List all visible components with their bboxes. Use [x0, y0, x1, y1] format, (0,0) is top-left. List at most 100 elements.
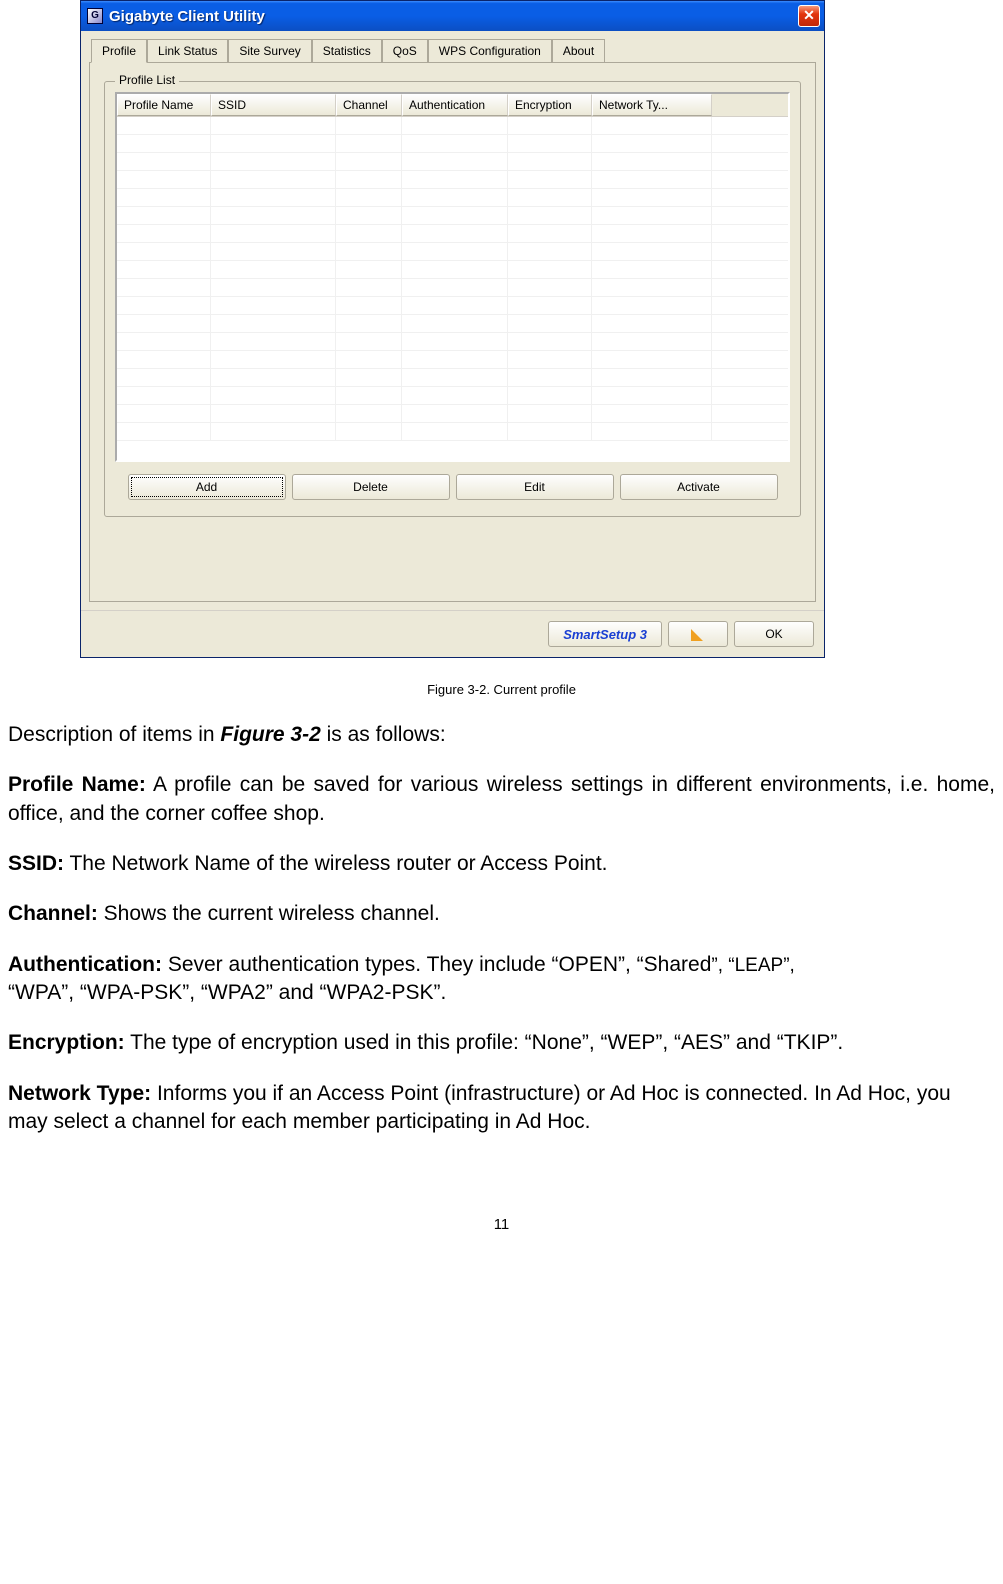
table-cell — [211, 315, 336, 332]
activate-button[interactable]: Activate — [620, 474, 778, 500]
table-cell — [402, 171, 508, 188]
table-row[interactable] — [117, 333, 788, 351]
table-cell — [592, 387, 712, 404]
desc-term: Network Type: — [8, 1082, 151, 1105]
table-cell — [402, 135, 508, 152]
table-cell — [508, 189, 592, 206]
column-header-profile-name[interactable]: Profile Name — [117, 94, 211, 116]
table-row[interactable] — [117, 225, 788, 243]
tab-site-survey[interactable]: Site Survey — [228, 39, 311, 63]
column-header-encryption[interactable]: Encryption — [508, 94, 592, 116]
profile-list-fieldset: Profile List Profile NameSSIDChannelAuth… — [104, 81, 801, 517]
table-cell — [211, 207, 336, 224]
ok-button[interactable]: OK — [734, 621, 814, 647]
table-cell — [336, 369, 402, 386]
desc-item: Network Type: Informs you if an Access P… — [8, 1080, 995, 1137]
table-cell — [211, 405, 336, 422]
table-cell — [402, 423, 508, 440]
desc-item: Channel: Shows the current wireless chan… — [8, 900, 995, 928]
table-cell — [592, 207, 712, 224]
table-cell — [336, 243, 402, 260]
table-row[interactable] — [117, 243, 788, 261]
table-cell — [592, 153, 712, 170]
client-area: ProfileLink StatusSite SurveyStatisticsQ… — [81, 31, 824, 610]
desc-text: The type of encryption used in this prof… — [125, 1031, 844, 1054]
table-row[interactable] — [117, 369, 788, 387]
tab-qos[interactable]: QoS — [382, 39, 428, 63]
table-cell — [117, 243, 211, 260]
page-number: 11 — [0, 1216, 1003, 1233]
edit-button[interactable]: Edit — [456, 474, 614, 500]
delete-button[interactable]: Delete — [292, 474, 450, 500]
desc-text: Shows the current wireless channel. — [98, 902, 440, 925]
table-row[interactable] — [117, 351, 788, 369]
table-row[interactable] — [117, 189, 788, 207]
table-cell — [592, 423, 712, 440]
table-cell — [117, 153, 211, 170]
table-cell — [508, 135, 592, 152]
app-icon: G — [87, 8, 103, 24]
table-row[interactable] — [117, 315, 788, 333]
desc-term: Profile Name: — [8, 773, 146, 796]
intro-figref: Figure 3-2 — [220, 723, 320, 746]
table-cell — [211, 153, 336, 170]
table-cell — [508, 261, 592, 278]
table-row[interactable] — [117, 135, 788, 153]
wireless-icon-button[interactable] — [668, 621, 728, 647]
column-header-authentication[interactable]: Authentication — [402, 94, 508, 116]
table-cell — [336, 297, 402, 314]
desc-term: Channel: — [8, 902, 98, 925]
table-cell — [117, 117, 211, 134]
table-cell — [402, 207, 508, 224]
table-row[interactable] — [117, 279, 788, 297]
tab-wps-configuration[interactable]: WPS Configuration — [428, 39, 552, 63]
window-title: Gigabyte Client Utility — [109, 8, 798, 25]
table-cell — [211, 135, 336, 152]
table-cell — [592, 369, 712, 386]
table-cell — [211, 333, 336, 350]
table-cell — [211, 225, 336, 242]
profile-button-row: Add Delete Edit Activate — [115, 474, 790, 500]
table-cell — [592, 333, 712, 350]
table-cell — [508, 225, 592, 242]
desc-text-small: ”, “LEAP”, — [711, 955, 794, 976]
table-cell — [211, 189, 336, 206]
desc-term: SSID: — [8, 852, 64, 875]
table-cell — [592, 297, 712, 314]
smartsetup-button[interactable]: SmartSetup 3 — [548, 621, 662, 647]
column-header-channel[interactable]: Channel — [336, 94, 402, 116]
column-header-ssid[interactable]: SSID — [211, 94, 336, 116]
table-cell — [592, 315, 712, 332]
table-row[interactable] — [117, 387, 788, 405]
table-row[interactable] — [117, 423, 788, 441]
table-cell — [508, 351, 592, 368]
tab-link-status[interactable]: Link Status — [147, 39, 228, 63]
table-row[interactable] — [117, 117, 788, 135]
table-cell — [117, 189, 211, 206]
table-cell — [211, 387, 336, 404]
table-cell — [336, 189, 402, 206]
table-row[interactable] — [117, 207, 788, 225]
tab-about[interactable]: About — [552, 39, 605, 63]
close-icon[interactable]: ✕ — [798, 5, 820, 27]
table-row[interactable] — [117, 153, 788, 171]
column-header-network-ty-[interactable]: Network Ty... — [592, 94, 712, 116]
table-row[interactable] — [117, 171, 788, 189]
table-cell — [336, 333, 402, 350]
table-row[interactable] — [117, 297, 788, 315]
table-row[interactable] — [117, 405, 788, 423]
tab-statistics[interactable]: Statistics — [312, 39, 382, 63]
table-cell — [117, 369, 211, 386]
tab-profile[interactable]: Profile — [91, 39, 147, 63]
table-cell — [117, 423, 211, 440]
table-row[interactable] — [117, 261, 788, 279]
profile-listview[interactable]: Profile NameSSIDChannelAuthenticationEnc… — [115, 92, 790, 462]
listview-body[interactable] — [117, 117, 788, 441]
tabstrip: ProfileLink StatusSite SurveyStatisticsQ… — [91, 39, 816, 63]
titlebar[interactable]: G Gigabyte Client Utility ✕ — [81, 1, 824, 31]
table-cell — [336, 117, 402, 134]
table-cell — [336, 279, 402, 296]
table-cell — [117, 315, 211, 332]
add-button[interactable]: Add — [128, 474, 286, 500]
table-cell — [592, 279, 712, 296]
